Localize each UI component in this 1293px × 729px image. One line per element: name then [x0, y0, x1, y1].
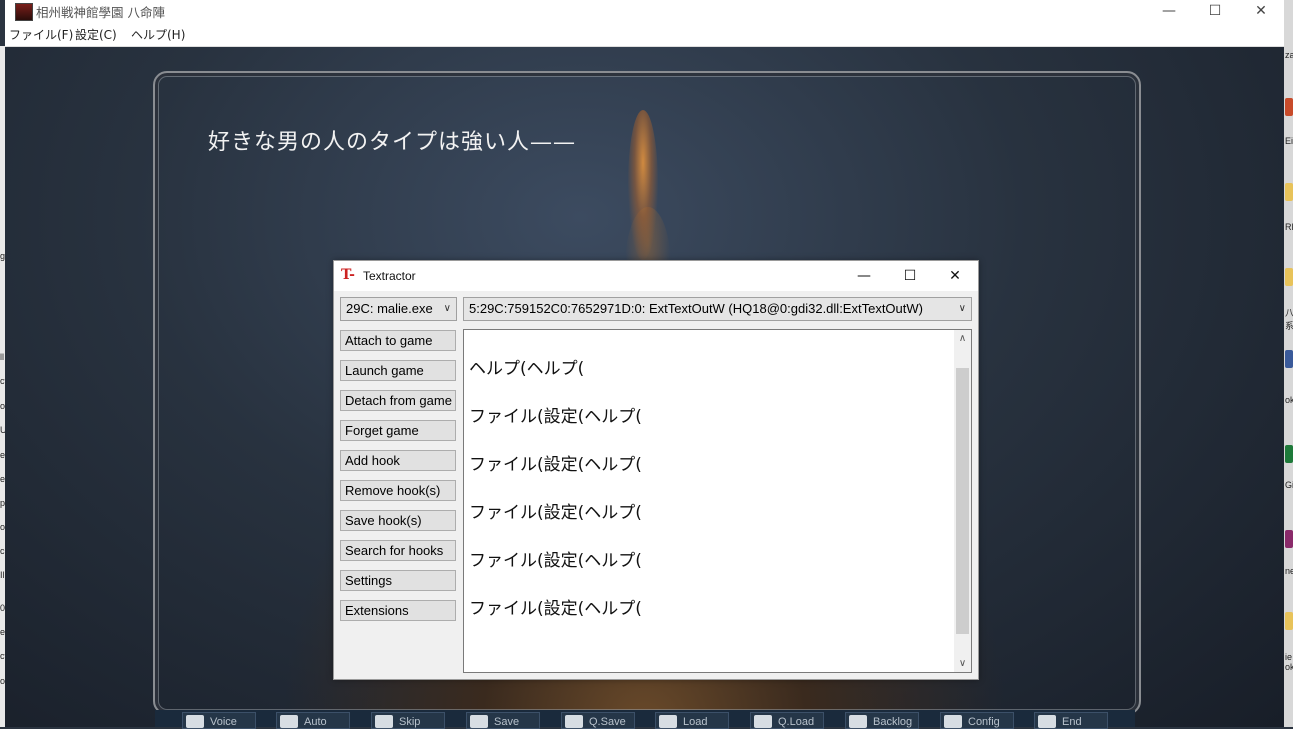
chevron-down-icon: ∨ — [958, 303, 966, 314]
close-button[interactable]: ✕ — [1238, 0, 1284, 22]
game-app-icon — [15, 3, 33, 21]
skip-button[interactable]: Skip — [371, 712, 445, 729]
output-line: ファイル(設定(ヘルプ( — [469, 599, 642, 619]
save-button[interactable]: Save — [466, 712, 540, 729]
load-icon — [659, 715, 677, 728]
textractor-title: Textractor — [363, 269, 416, 283]
menu-help[interactable]: ヘルプ(H) — [131, 26, 185, 43]
hook-select[interactable]: 5:29C:759152C0:7652971D:0: ExtTextOutW (… — [463, 297, 972, 321]
minimize-button[interactable]: — — [1146, 0, 1192, 22]
menu-file[interactable]: ファイル(F) — [9, 26, 73, 43]
minimize-icon: — — [1162, 3, 1176, 19]
textractor-window: T- Textractor — ☐ ✕ 29C: malie.exe ∨ 5:2… — [333, 260, 979, 680]
extensions-button[interactable]: Extensions — [340, 600, 456, 621]
menu-settings[interactable]: 設定(C) — [75, 26, 117, 43]
folder-icon[interactable] — [1285, 268, 1293, 286]
detach-from-game-button[interactable]: Detach from game — [340, 390, 456, 411]
game-control-bar: Voice Auto Skip Save Q.Save Load Q.Load … — [155, 710, 1135, 729]
textractor-minimize-button[interactable]: — — [841, 261, 887, 291]
search-for-hooks-button[interactable]: Search for hooks — [340, 540, 456, 561]
archive-icon[interactable] — [1285, 530, 1293, 548]
desktop-icon-label: Ei — [1285, 136, 1293, 146]
scroll-down-icon[interactable]: ∨ — [954, 655, 971, 672]
desktop-icon-label: 八 系 — [1285, 308, 1293, 331]
excel-icon[interactable] — [1285, 445, 1293, 463]
textractor-logo-icon: T- — [341, 267, 355, 283]
add-hook-button[interactable]: Add hook — [340, 450, 456, 471]
backlog-button[interactable]: Backlog — [845, 712, 919, 729]
quick-save-icon — [565, 715, 583, 728]
dialogue-text: 好きな男の人のタイプは強い人—— — [208, 130, 577, 155]
maximize-icon: ☐ — [1208, 3, 1222, 19]
game-menubar: ファイル(F) 設定(C) ヘルプ(H) — [5, 22, 1284, 47]
textractor-titlebar[interactable]: T- Textractor — ☐ ✕ — [334, 261, 978, 291]
desktop-app-icon[interactable] — [1285, 98, 1293, 116]
text-output-area[interactable]: ヘルプ(ヘルプ( ファイル(設定(ヘルプ( ファイル(設定(ヘルプ( ファイル(… — [463, 329, 972, 673]
output-line: ヘルプ(ヘルプ( — [469, 359, 585, 379]
auto-button[interactable]: Auto — [276, 712, 350, 729]
vertical-scrollbar[interactable]: ∧ ∨ — [954, 330, 971, 672]
scroll-up-icon[interactable]: ∧ — [954, 330, 971, 347]
game-window-titlebar[interactable]: 相州戦神館學園 八命陣 — ☐ ✕ — [5, 0, 1284, 22]
save-icon — [470, 715, 488, 728]
remove-hooks-button[interactable]: Remove hook(s) — [340, 480, 456, 501]
backlog-icon — [849, 715, 867, 728]
desktop-icon-label: za — [1285, 50, 1293, 60]
desktop-right-edge: za Ei RE 八 系 ok Gi ne ie ok — [1284, 0, 1293, 727]
quick-load-icon — [754, 715, 772, 728]
voice-icon — [186, 715, 204, 728]
desktop-app-icon[interactable] — [1285, 350, 1293, 368]
config-button[interactable]: Config — [940, 712, 1014, 729]
gear-icon — [944, 715, 962, 728]
output-line: ファイル(設定(ヘルプ( — [469, 551, 642, 571]
desktop-left-label: Il — [0, 570, 5, 580]
launch-game-button[interactable]: Launch game — [340, 360, 456, 381]
forget-game-button[interactable]: Forget game — [340, 420, 456, 441]
close-icon: ✕ — [1255, 3, 1267, 19]
desktop-icon-label: Gi — [1285, 480, 1293, 490]
textractor-maximize-button[interactable]: ☐ — [887, 261, 933, 291]
maximize-icon: ☐ — [903, 268, 917, 284]
output-line: ファイル(設定(ヘルプ( — [469, 455, 642, 475]
process-select[interactable]: 29C: malie.exe ∨ — [340, 297, 457, 321]
quick-load-button[interactable]: Q.Load — [750, 712, 824, 729]
desktop-icon-label: RE — [1285, 222, 1293, 232]
chevron-down-icon: ∨ — [443, 303, 451, 314]
attach-to-game-button[interactable]: Attach to game — [340, 330, 456, 351]
output-line: ファイル(設定(ヘルプ( — [469, 407, 642, 427]
save-hooks-button[interactable]: Save hook(s) — [340, 510, 456, 531]
close-icon: ✕ — [949, 268, 961, 284]
folder-icon[interactable] — [1285, 183, 1293, 201]
game-window-title: 相州戦神館學園 八命陣 — [36, 5, 165, 20]
desktop-icon-label: ie ok — [1285, 652, 1293, 672]
power-icon — [1038, 715, 1056, 728]
end-button[interactable]: End — [1034, 712, 1108, 729]
output-line: ファイル(設定(ヘルプ( — [469, 503, 642, 523]
load-button[interactable]: Load — [655, 712, 729, 729]
fast-forward-icon — [375, 715, 393, 728]
settings-button[interactable]: Settings — [340, 570, 456, 591]
scrollbar-thumb[interactable] — [956, 368, 969, 634]
desktop-left-label: ll — [0, 352, 4, 362]
maximize-button[interactable]: ☐ — [1192, 0, 1238, 22]
voice-button[interactable]: Voice — [182, 712, 256, 729]
minimize-icon: — — [857, 268, 871, 284]
desktop-icon-label: ne — [1285, 566, 1293, 576]
quick-save-button[interactable]: Q.Save — [561, 712, 635, 729]
play-icon — [280, 715, 298, 728]
desktop-icon-label: ok — [1285, 395, 1293, 405]
textractor-close-button[interactable]: ✕ — [932, 261, 978, 291]
folder-icon[interactable] — [1285, 612, 1293, 630]
